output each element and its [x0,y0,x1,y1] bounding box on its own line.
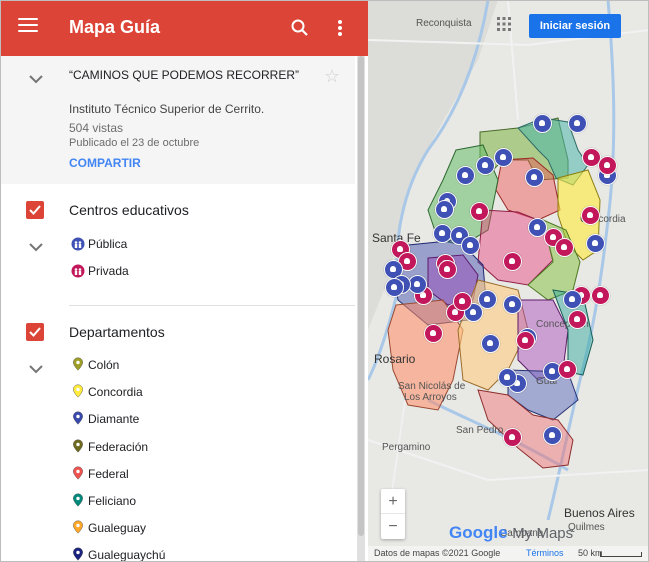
map-label-sanpedro: San Pedro [456,425,504,436]
legend-item-department[interactable]: Federación [88,440,148,454]
school-private-marker[interactable] [424,324,443,343]
school-public-marker[interactable] [461,236,480,255]
school-private-marker[interactable] [581,206,600,225]
school-public-marker[interactable] [385,278,404,297]
app-bar: Mapa Guía [0,0,368,56]
school-public-marker[interactable] [456,166,475,185]
school-private-marker[interactable] [555,238,574,257]
map-pin-icon [73,493,83,507]
school-public-marker[interactable] [586,234,605,253]
school-private-marker[interactable] [598,156,617,175]
google-my-maps-logo: Google My Maps [449,523,573,543]
terms-link[interactable]: Términos [526,548,564,558]
school-private-icon [71,264,85,278]
school-public-marker[interactable] [498,368,517,387]
map-label-reconquista: Reconquista [416,18,472,29]
school-public-marker[interactable] [568,114,587,133]
school-public-marker[interactable] [528,218,547,237]
map-pin-icon [73,384,83,398]
legend-item-privada[interactable]: Privada [88,264,129,278]
map-attribution: Datos de mapas ©2021 Google [374,548,501,558]
side-panel: Mapa Guía “CAMINOS QUE PODEMOS RECORRER”… [0,0,368,562]
zoom-out-button[interactable]: − [381,514,405,539]
scrollbar-thumb[interactable] [358,56,364,536]
chevron-down-icon[interactable] [28,242,44,252]
school-private-marker[interactable] [516,331,535,350]
map-info-card: “CAMINOS QUE PODEMOS RECORRER” ☆ Institu… [0,56,355,184]
mymaps-logo: My Maps [512,525,574,542]
school-public-marker[interactable] [563,290,582,309]
map-label-rosario: Rosario [374,352,416,366]
more-vert-icon[interactable] [336,18,344,38]
school-private-marker[interactable] [470,202,489,221]
scale-label: 50 km [578,548,603,558]
map-label-losarroyos: Los Arroyos [404,392,457,403]
legend-item-department[interactable]: Feliciano [88,494,136,508]
google-logo: Google [449,523,508,542]
search-icon[interactable] [290,18,310,38]
legend-item-department[interactable]: Federal [88,467,129,481]
layer-checkbox-centros[interactable] [26,201,44,219]
school-private-marker[interactable] [503,252,522,271]
view-count: 504 vistas [69,121,124,135]
layer-title-departamentos[interactable]: Departamentos [69,324,165,340]
map-pin-icon [73,411,83,425]
chevron-down-icon[interactable] [28,74,44,84]
legend-item-department[interactable]: Diamante [88,412,139,426]
map-pin-icon [73,439,83,453]
share-button[interactable]: COMPARTIR [69,156,141,170]
map-pin-icon [73,547,83,561]
map-label-quilmes: Quilmes [568,522,605,533]
map-footer: Datos de mapas ©2021 Google Términos 50 … [368,546,649,562]
school-public-marker[interactable] [494,148,513,167]
school-public-marker[interactable] [525,168,544,187]
school-private-marker[interactable] [503,428,522,447]
map-label-pergamino: Pergamino [382,442,431,453]
school-public-marker[interactable] [476,156,495,175]
school-private-marker[interactable] [591,286,610,305]
map-pin-icon [73,520,83,534]
legend-item-department[interactable]: Concordia [88,385,143,399]
map-description: Instituto Técnico Superior de Cerrito. [69,102,265,116]
map-title: “CAMINOS QUE PODEMOS RECORRER” [69,68,300,82]
map-label-sannicolas: San Nicolás de [398,381,466,392]
zoom-control: + − [381,489,405,539]
school-public-marker[interactable] [435,200,454,219]
divider [69,305,355,306]
school-private-marker[interactable] [558,360,577,379]
school-private-marker[interactable] [568,310,587,329]
published-date: Publicado el 23 de octubre [69,137,200,149]
map-canvas[interactable]: Reconquista Santa Fe Rosario Concordia P… [368,0,649,562]
legend-item-department[interactable]: Gualeguay [88,521,146,535]
chevron-down-icon[interactable] [28,364,44,374]
school-private-marker[interactable] [453,292,472,311]
layer-checkbox-departamentos[interactable] [26,323,44,341]
legend-item-department[interactable]: Gualeguaychú [88,548,165,562]
scrollbar[interactable] [357,56,365,562]
scale-bar [600,552,642,557]
apps-grid-icon[interactable] [497,17,511,31]
school-public-marker[interactable] [481,334,500,353]
signin-button[interactable]: Iniciar sesión [529,14,621,38]
menu-icon[interactable] [18,18,38,38]
map-pin-icon [73,466,83,480]
map-label-buenosaires: Buenos Aires [564,506,635,520]
school-public-icon [71,237,85,251]
layer-title-centros[interactable]: Centros educativos [69,202,189,218]
zoom-in-button[interactable]: + [381,489,405,514]
school-public-marker[interactable] [543,426,562,445]
school-private-marker[interactable] [438,260,457,279]
app-title: Mapa Guía [69,17,161,37]
legend-item-publica[interactable]: Pública [88,237,127,251]
school-public-marker[interactable] [533,114,552,133]
legend-item-department[interactable]: Colón [88,358,119,372]
school-public-marker[interactable] [503,295,522,314]
map-pin-icon [73,357,83,371]
star-icon[interactable]: ☆ [324,66,340,87]
